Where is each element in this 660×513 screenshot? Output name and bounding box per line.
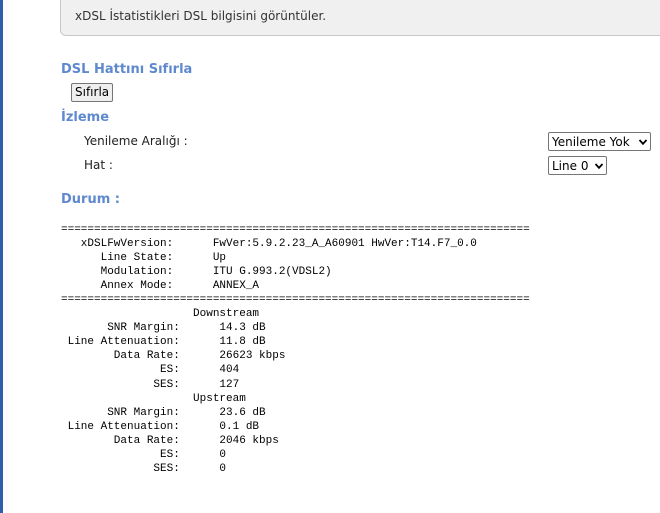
stats-line: Line Attenuation: 11.8 dB bbox=[61, 336, 266, 349]
stats-line: Data Rate: 26623 kbps bbox=[61, 350, 286, 363]
stats-line: Annex Mode: ANNEX_A bbox=[61, 280, 260, 293]
monitoring-section-title: İzleme bbox=[61, 110, 110, 125]
stats-line: SNR Margin: 14.3 dB bbox=[61, 322, 266, 335]
refresh-interval-value: Yenileme Yok bbox=[552, 134, 630, 149]
stats-separator: ========================================… bbox=[61, 294, 530, 307]
stats-line: SES: 0 bbox=[61, 462, 227, 475]
refresh-interval-label: Yenileme Aralığı : bbox=[84, 134, 188, 148]
info-panel: xDSL İstatistikleri DSL bilgisini görünt… bbox=[60, 0, 660, 36]
chevron-down-icon bbox=[638, 138, 648, 145]
chevron-down-icon bbox=[594, 162, 604, 169]
stats-heading-upstream: Upstream bbox=[61, 392, 246, 405]
info-description: xDSL İstatistikleri DSL bilgisini görünt… bbox=[75, 9, 327, 23]
stats-line: xDSLFwVersion: FwVer:5.9.2.23_A_A60901 H… bbox=[61, 238, 477, 251]
stats-line: SNR Margin: 23.6 dB bbox=[61, 406, 266, 419]
line-select[interactable]: Line 0 bbox=[548, 156, 607, 175]
refresh-interval-select[interactable]: Yenileme Yok bbox=[548, 132, 651, 151]
left-border bbox=[0, 0, 3, 513]
stats-line: Data Rate: 2046 kbps bbox=[61, 434, 279, 447]
stats-line: ES: 0 bbox=[61, 448, 227, 461]
stats-line: SES: 127 bbox=[61, 378, 240, 391]
reset-button[interactable]: Sıfırla bbox=[71, 83, 114, 102]
line-label: Hat : bbox=[84, 158, 113, 172]
dsl-statistics: ========================================… bbox=[61, 223, 530, 476]
stats-line: Modulation: ITU G.993.2(VDSL2) bbox=[61, 266, 332, 279]
reset-section-title: DSL Hattını Sıfırla bbox=[61, 62, 193, 77]
stats-line: Line State: Up bbox=[61, 252, 227, 265]
stats-separator: ========================================… bbox=[61, 224, 530, 236]
stats-line: ES: 404 bbox=[61, 364, 240, 377]
stats-heading-downstream: Downstream bbox=[61, 308, 260, 321]
status-section-title: Durum : bbox=[61, 192, 120, 207]
line-value: Line 0 bbox=[552, 158, 589, 173]
stats-line: Line Attenuation: 0.1 dB bbox=[61, 420, 260, 433]
